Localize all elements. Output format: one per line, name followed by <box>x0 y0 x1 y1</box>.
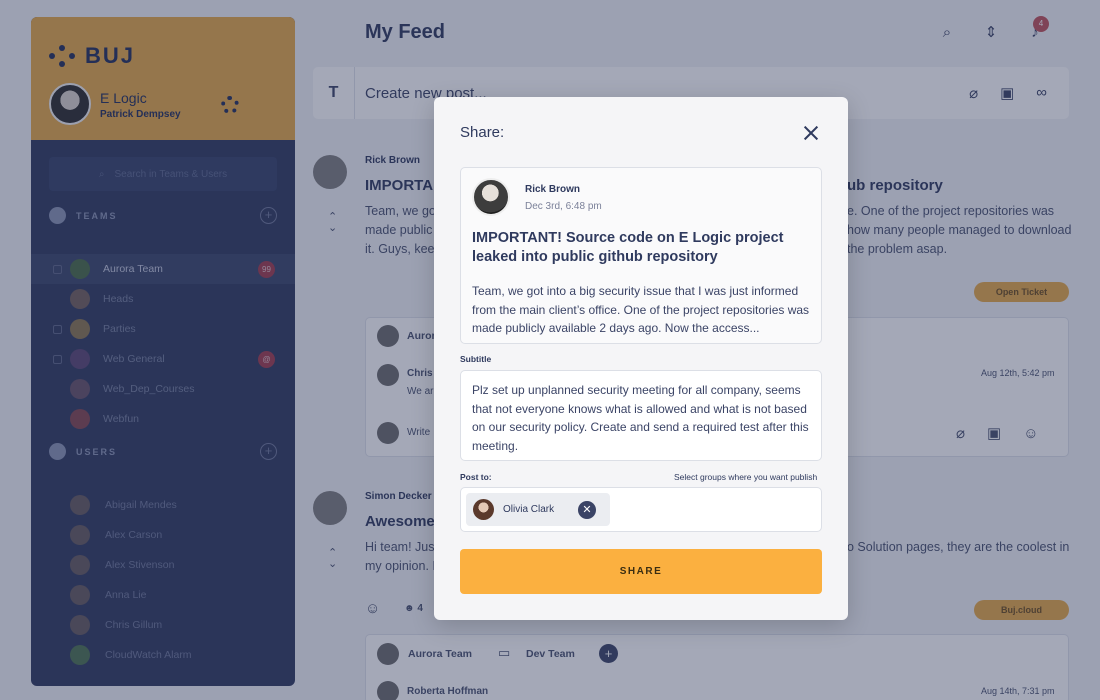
modal-title: Share: <box>460 124 505 141</box>
post-to-field[interactable]: Olivia Clark ✕ <box>460 487 822 532</box>
post-to-hint: Select groups where you want publish <box>674 472 818 482</box>
preview-body: Team, we got into a big security issue t… <box>472 284 810 335</box>
recipient-chip: Olivia Clark ✕ <box>466 493 610 526</box>
subtitle-label: Subtitle <box>460 354 492 364</box>
preview-date: Dec 3rd, 6:48 pm <box>525 201 602 212</box>
shared-post-preview: Rick Brown Dec 3rd, 6:48 pm IMPORTANT! S… <box>460 167 822 344</box>
preview-title: IMPORTANT! Source code on E Logic projec… <box>472 230 784 265</box>
recipient-name: Olivia Clark <box>503 504 555 515</box>
share-modal: Share: Rick Brown Dec 3rd, 6:48 pm IMPOR… <box>434 97 848 620</box>
post-to-label: Post to: <box>460 472 492 482</box>
close-icon[interactable] <box>802 124 820 142</box>
share-button[interactable]: SHARE <box>460 549 822 594</box>
avatar <box>472 178 510 216</box>
subtitle-field[interactable]: Plz set up unplanned security meeting fo… <box>460 370 822 461</box>
preview-author: Rick Brown <box>525 184 581 195</box>
avatar <box>473 499 494 520</box>
remove-recipient-icon[interactable]: ✕ <box>578 500 596 519</box>
